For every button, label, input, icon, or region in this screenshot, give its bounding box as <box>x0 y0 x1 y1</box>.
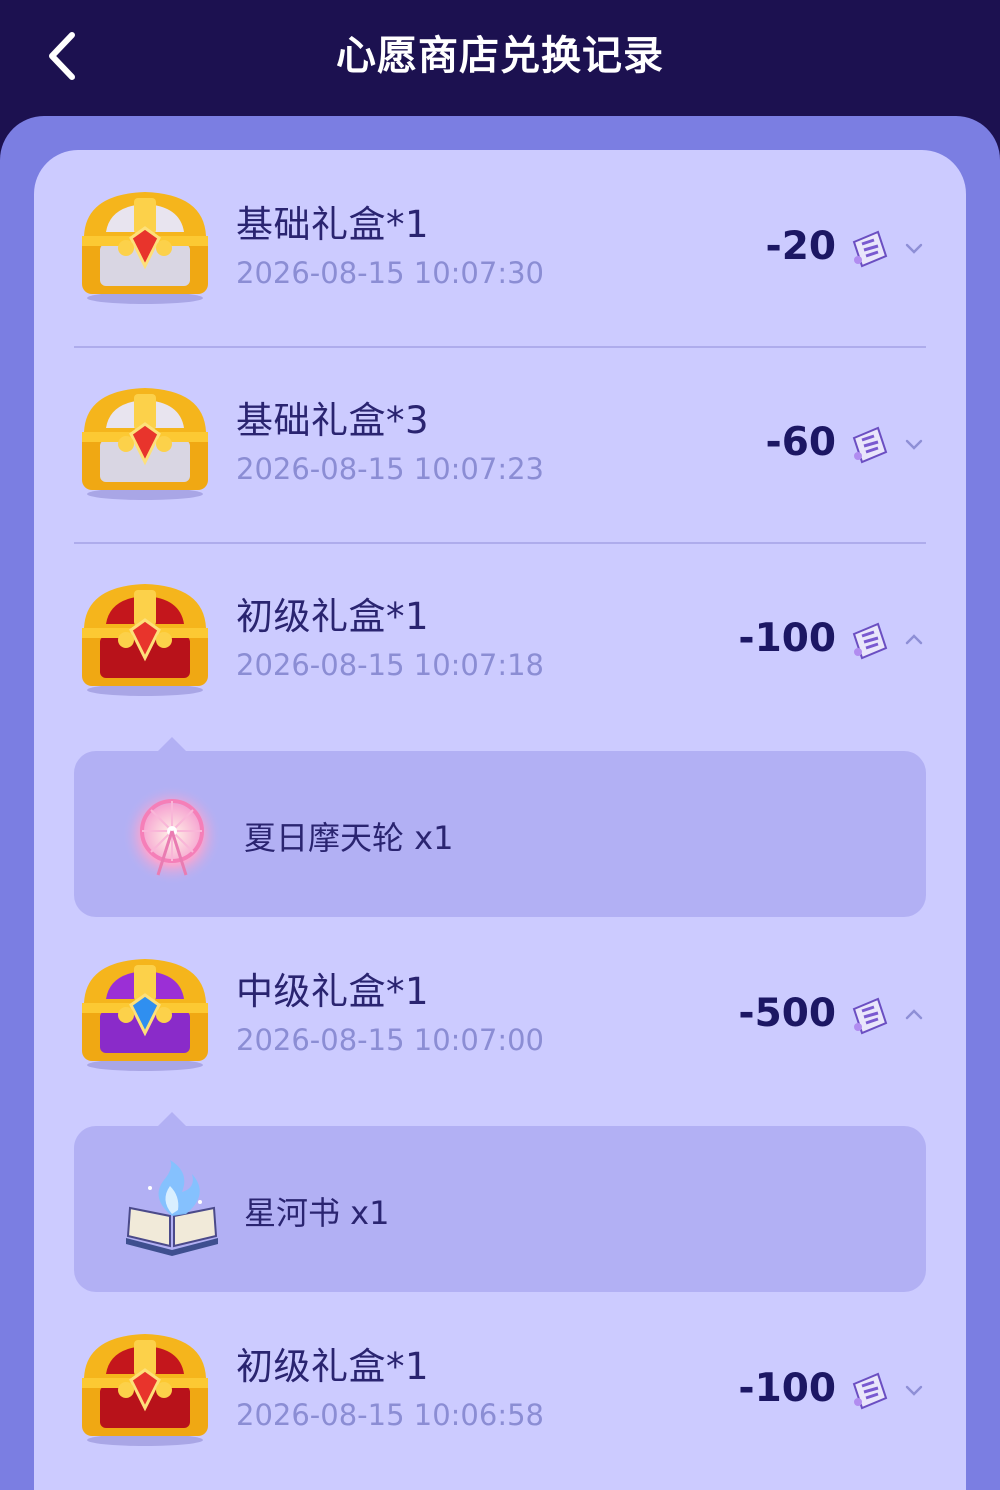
record-row[interactable]: 初级礼盒*1 2026-08-15 10:06:58 -100 <box>74 1292 926 1488</box>
record-row[interactable]: 初级礼盒*1 2026-08-15 10:07:18 -100 <box>74 542 926 738</box>
record-time: 2026-08-15 10:07:00 <box>236 1023 544 1057</box>
record-row[interactable]: 基础礼盒*1 2026-08-15 10:07:30 -20 <box>74 150 926 348</box>
wish-currency-icon <box>852 426 888 464</box>
prize-detail: 星河书 x1 <box>74 1112 926 1292</box>
records-card: 基础礼盒*1 2026-08-15 10:07:30 -20 基础礼盒*3 20… <box>34 150 966 1490</box>
record-amount: -500 <box>738 991 836 1036</box>
record-time: 2026-08-15 10:07:18 <box>236 648 544 682</box>
wish-currency-icon <box>852 230 888 268</box>
galaxy-book-icon <box>126 1160 218 1256</box>
junior-chest-icon <box>82 584 208 696</box>
intermediate-chest-icon <box>82 959 208 1071</box>
basic-chest-icon <box>82 192 208 304</box>
record-title: 初级礼盒*1 <box>236 1345 430 1388</box>
ferris-wheel-icon <box>122 785 222 885</box>
record-time: 2026-08-15 10:06:58 <box>236 1398 544 1432</box>
record-amount: -100 <box>738 1366 836 1411</box>
junior-chest-icon <box>82 1334 208 1446</box>
record-row[interactable]: 基础礼盒*3 2026-08-15 10:07:23 -60 <box>74 346 926 544</box>
chevron-down-icon[interactable] <box>902 432 926 456</box>
basic-chest-icon <box>82 388 208 500</box>
record-time: 2026-08-15 10:07:30 <box>236 256 544 290</box>
prize-label: 星河书 x1 <box>244 1194 390 1232</box>
record-row[interactable]: 中级礼盒*1 2026-08-15 10:07:00 -500 <box>74 917 926 1113</box>
wish-currency-icon <box>852 1372 888 1410</box>
record-title: 基础礼盒*3 <box>236 399 430 442</box>
record-amount: -60 <box>765 420 836 465</box>
prize-label: 夏日摩天轮 x1 <box>244 819 454 857</box>
record-amount: -20 <box>765 224 836 269</box>
chevron-down-icon[interactable] <box>902 236 926 260</box>
prize-detail: 夏日摩天轮 x1 <box>74 737 926 917</box>
chevron-up-icon[interactable] <box>902 1003 926 1027</box>
chevron-down-icon[interactable] <box>902 1378 926 1402</box>
wish-currency-icon <box>852 997 888 1035</box>
record-title: 基础礼盒*1 <box>236 203 430 246</box>
chevron-up-icon[interactable] <box>902 628 926 652</box>
page-title: 心愿商店兑换记录 <box>336 33 664 79</box>
record-title: 中级礼盒*1 <box>236 970 430 1013</box>
record-title: 初级礼盒*1 <box>236 595 430 638</box>
wish-currency-icon <box>852 622 888 660</box>
record-amount: -100 <box>738 616 836 661</box>
record-time: 2026-08-15 10:07:23 <box>236 452 544 486</box>
